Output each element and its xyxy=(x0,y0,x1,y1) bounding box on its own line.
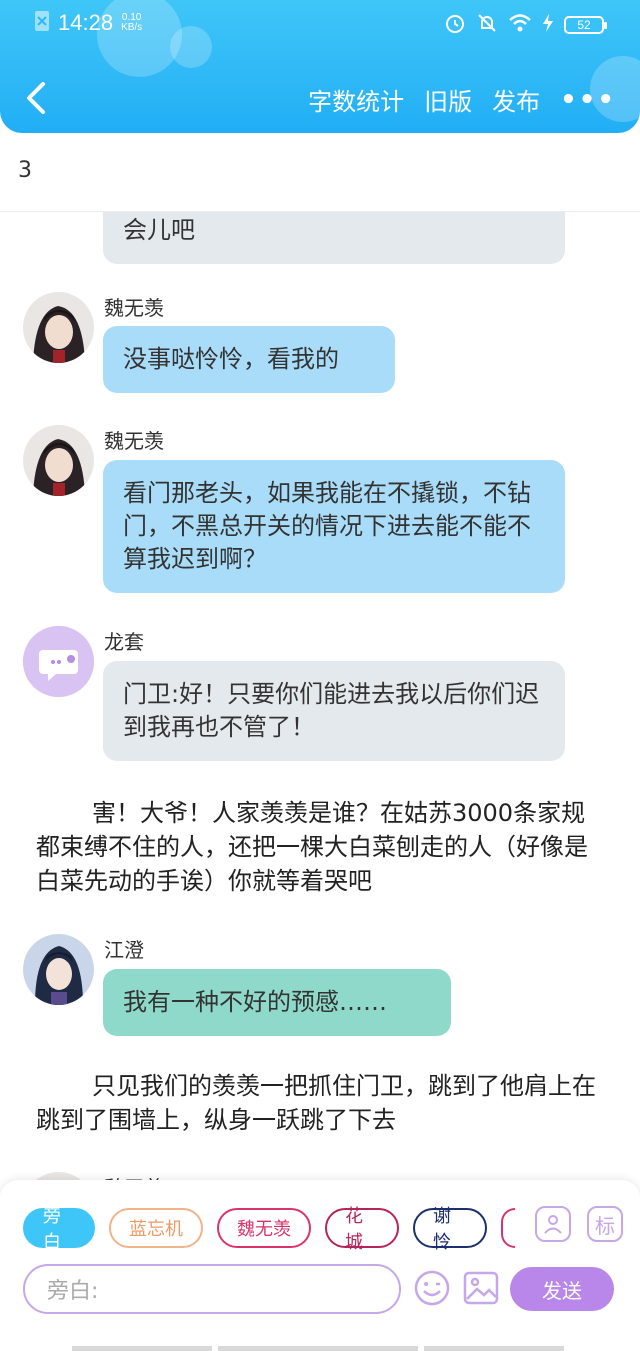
sender-name: 魏无羡 xyxy=(104,429,164,453)
app-header: 14:28 0.10 KB/s 52 字数统计 旧版 发布 ••• xyxy=(0,0,640,133)
wifi-icon xyxy=(508,13,532,37)
manage-roles-button[interactable] xyxy=(535,1206,571,1242)
battery-indicator: 52 xyxy=(564,16,607,34)
narration-text[interactable]: 只见我们的羡羡一把抓住门卫，跳到了他肩上在跳到了围墙上，纵身一跃跳了下去 xyxy=(36,1069,606,1137)
image-icon xyxy=(463,1271,499,1305)
message-input[interactable]: 旁白: xyxy=(23,1264,401,1314)
word-count-button[interactable]: 字数统计 xyxy=(308,82,404,117)
alarm-icon xyxy=(444,12,466,38)
chat-area[interactable]: 会儿吧 魏无羡 没事哒怜怜，看我的 魏无羡 看门那老头，如果我能在不撬锁，不钻门… xyxy=(0,212,640,1180)
publish-button[interactable]: 发布 xyxy=(492,82,540,117)
status-bar: 14:28 0.10 KB/s 52 xyxy=(0,8,640,44)
message-bubble[interactable]: 我有一种不好的预感…… xyxy=(103,969,451,1036)
role-chip-narration[interactable]: 旁白 xyxy=(23,1206,95,1253)
role-chip-partial[interactable] xyxy=(501,1208,515,1248)
net-speed: 0.10 KB/s xyxy=(121,13,142,33)
sender-name: 江澄 xyxy=(104,938,144,962)
tag-button[interactable]: 标 xyxy=(587,1206,623,1242)
role-chip-lanwangji[interactable]: 蓝忘机 xyxy=(109,1208,203,1248)
role-selector: 旁白 蓝忘机 魏无羡 花城 谢怜 xyxy=(23,1206,515,1253)
clock: 14:28 xyxy=(58,10,114,35)
message-bubble[interactable]: 门卫:好！只要你们能进去我以后你们迟到我再也不管了！ xyxy=(103,661,565,761)
mute-icon xyxy=(476,12,498,38)
chevron-left-icon xyxy=(27,82,45,114)
role-chip-huacheng[interactable]: 花城 xyxy=(325,1206,399,1253)
nav-gesture-bar xyxy=(424,1346,564,1351)
net-speed-unit: KB/s xyxy=(121,22,143,33)
avatar[interactable] xyxy=(23,1172,94,1180)
narration-text[interactable]: 害！大爷！人家羡羡是谁？在姑苏3000条家规都束缚不住的人，还把一棵大白菜刨走的… xyxy=(36,796,606,898)
message-bubble[interactable]: 没事哒怜怜，看我的 xyxy=(103,326,395,393)
smiley-icon xyxy=(414,1270,450,1306)
send-button[interactable]: 发送 xyxy=(510,1267,614,1311)
image-button[interactable] xyxy=(463,1270,499,1306)
user-icon xyxy=(544,1215,562,1234)
message-text: 我有一种不好的预感…… xyxy=(123,988,387,1016)
avatar[interactable] xyxy=(23,626,94,697)
sender-name: 龙套 xyxy=(104,630,144,654)
header-actions: 字数统计 旧版 发布 ••• xyxy=(308,82,616,117)
more-icon[interactable]: ••• xyxy=(560,85,616,115)
role-chip-weiwuxian[interactable]: 魏无羡 xyxy=(217,1208,311,1248)
message-bubble[interactable]: 看门那老头，如果我能在不撬锁，不钻门，不黑总开关的情况下进去能不能不算我迟到啊？ xyxy=(103,460,565,593)
sender-name: 魏无羡 xyxy=(104,296,164,320)
message-text: 门卫:好！只要你们能进去我以后你们迟到我再也不管了！ xyxy=(123,680,540,741)
charging-icon xyxy=(542,13,554,37)
avatar[interactable] xyxy=(23,934,94,1005)
nav-gesture-bar xyxy=(72,1346,212,1351)
message-text: 会儿吧 xyxy=(123,216,195,244)
back-button[interactable] xyxy=(18,78,54,118)
composer-panel: 旁白 蓝忘机 魏无羡 花城 谢怜 标 旁白: 发送 xyxy=(0,1180,640,1351)
emoji-button[interactable] xyxy=(414,1270,450,1306)
nav-gesture-bar xyxy=(218,1346,418,1351)
sender-name: 魏无羡 xyxy=(104,1172,164,1180)
avatar[interactable] xyxy=(23,425,94,496)
role-chip-xielian[interactable]: 谢怜 xyxy=(413,1206,487,1253)
message-text: 没事哒怜怜，看我的 xyxy=(123,345,339,373)
old-version-button[interactable]: 旧版 xyxy=(424,82,472,117)
notification-icon xyxy=(34,10,50,36)
message-text: 看门那老头，如果我能在不撬锁，不钻门，不黑总开关的情况下进去能不能不算我迟到啊？ xyxy=(123,479,531,573)
message-bubble[interactable]: 会儿吧 xyxy=(103,212,565,264)
chapter-number[interactable]: 3 xyxy=(18,158,32,183)
avatar[interactable] xyxy=(23,292,94,363)
